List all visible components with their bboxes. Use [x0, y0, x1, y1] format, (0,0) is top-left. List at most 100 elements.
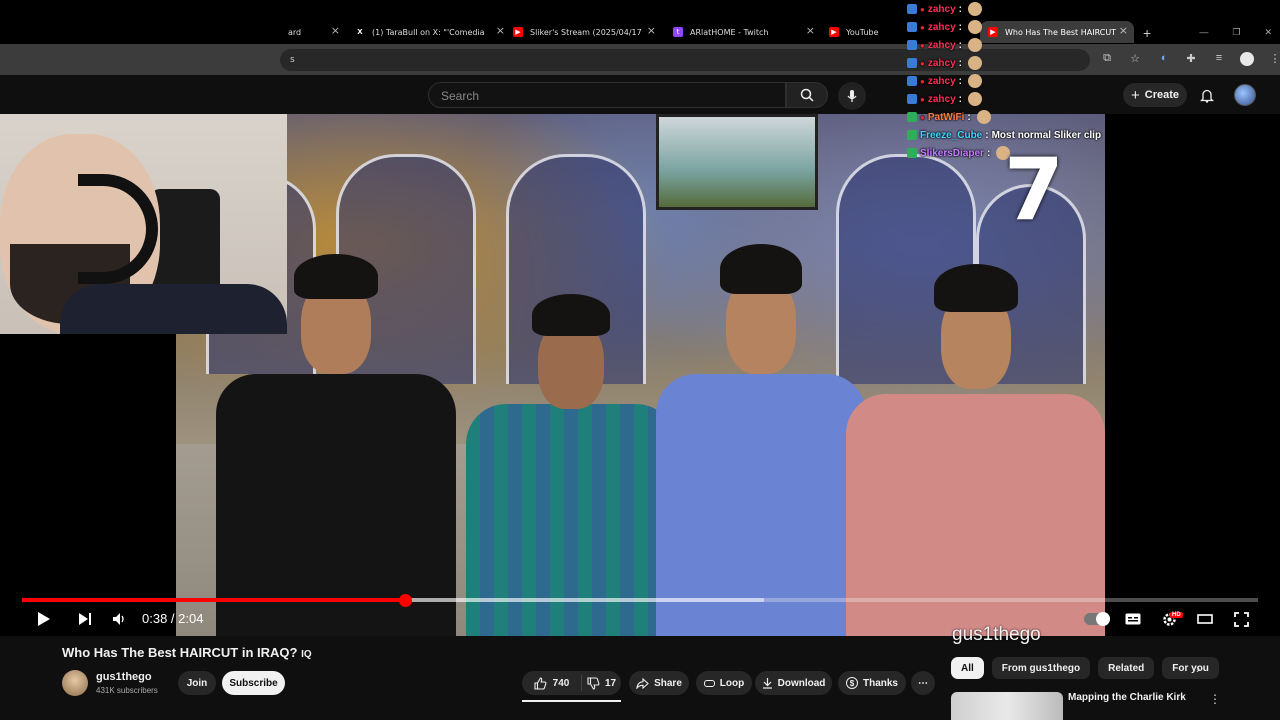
tab-title: ard — [288, 27, 302, 37]
play-icon — [38, 612, 50, 626]
browser-menu-icon[interactable]: ⋮ — [1268, 52, 1280, 69]
notifications-button[interactable] — [1197, 85, 1217, 105]
minimize-icon[interactable]: — — [1199, 27, 1208, 38]
voice-search-button[interactable] — [838, 82, 866, 110]
live-dot-icon: ● — [920, 76, 925, 86]
thumbs-down-icon — [587, 676, 600, 690]
account-avatar[interactable] — [1234, 84, 1256, 106]
browser-tab-5[interactable]: ▶ YouTube — [829, 21, 904, 43]
browser-tab-3[interactable]: ▶ Sliker's Stream (2025/04/17)(C × — [513, 21, 656, 43]
recommendation-chips: All From gus1thego Related For you — [951, 657, 1219, 679]
share-button[interactable]: Share — [629, 671, 689, 695]
recommendation-thumbnail[interactable] — [951, 692, 1063, 720]
download-button[interactable]: Download — [755, 671, 832, 695]
chat-message: ● zahcy: — [907, 36, 1122, 54]
download-label: Download — [777, 677, 826, 689]
browser-tab-2[interactable]: X (1) TaraBull on X: "'Comedian' C × — [355, 21, 505, 43]
chat-username: zahcy — [927, 93, 956, 105]
media-icon[interactable]: ◖ — [1156, 52, 1170, 69]
subscribe-button[interactable]: Subscribe — [222, 671, 285, 695]
share-label: Share — [654, 677, 682, 689]
volume-button[interactable] — [110, 608, 128, 630]
video-player[interactable]: gus1thego 0:38 / 2:04 HD — [0, 114, 1280, 645]
next-button[interactable] — [76, 608, 94, 630]
chevron-right-icon[interactable]: › — [1196, 661, 1200, 676]
chip-for-you[interactable]: For you — [1162, 657, 1219, 679]
search-button[interactable] — [786, 82, 828, 108]
search-input[interactable]: Search — [428, 82, 786, 108]
chat-username: zahcy — [927, 57, 956, 69]
progress-fill — [22, 598, 406, 602]
fullscreen-button[interactable] — [1232, 608, 1250, 630]
window-controls: — ❐ ✕ — [1199, 27, 1272, 38]
subscriber-count: 431K subscribers — [96, 686, 158, 695]
queue-icon[interactable]: ≡ — [1212, 52, 1226, 69]
extensions-icon[interactable]: ✚ — [1184, 52, 1198, 69]
download-icon — [762, 678, 772, 689]
close-icon[interactable]: × — [647, 25, 656, 37]
fullscreen-icon — [1233, 611, 1249, 627]
chip-all[interactable]: All — [951, 657, 984, 679]
more-actions-button[interactable]: ⋯ — [911, 671, 935, 695]
time-separator: / — [167, 611, 179, 626]
channel-avatar[interactable] — [62, 670, 88, 696]
subtitles-button[interactable] — [1124, 608, 1142, 630]
chat-message: ● zahcy: — [907, 90, 1122, 108]
close-icon[interactable]: × — [331, 25, 340, 37]
chat-username: zahcy — [927, 39, 956, 51]
x-icon: X — [357, 28, 363, 36]
address-text: s — [290, 55, 295, 65]
time-display: 0:38 / 2:04 — [142, 611, 203, 626]
chat-username: zahcy — [927, 3, 956, 15]
chat-text: Most normal Sliker clip — [991, 129, 1102, 141]
overlay-number: 7 — [1004, 140, 1064, 240]
like-button[interactable]: 740 — [522, 675, 582, 691]
current-time: 0:38 — [142, 611, 168, 626]
restore-icon[interactable]: ❐ — [1232, 27, 1240, 38]
plus-icon: + — [1130, 86, 1140, 104]
browser-tab-4[interactable]: t ARlatHOME - Twitch × — [673, 21, 815, 43]
bell-icon — [1200, 89, 1214, 103]
chat-message: ● PatWiFi: — [907, 108, 1122, 126]
theater-mode-button[interactable] — [1196, 608, 1214, 630]
thanks-button[interactable]: $ Thanks — [838, 671, 906, 695]
new-tab-icon[interactable]: + — [1143, 25, 1151, 41]
emote-icon — [976, 110, 991, 124]
thumbs-up-icon — [534, 676, 547, 690]
join-button[interactable]: Join — [178, 671, 216, 695]
thanks-icon: $ — [845, 677, 858, 689]
video-frame — [176, 114, 1105, 636]
live-dot-icon: ● — [920, 58, 925, 68]
chat-badge-icon — [907, 40, 917, 50]
close-window-icon[interactable]: ✕ — [1264, 27, 1272, 38]
emote-icon — [967, 56, 982, 70]
close-icon[interactable]: × — [496, 25, 505, 37]
loop-button[interactable]: Loop — [696, 671, 752, 695]
stream-chat-overlay: ● zahcy: ● zahcy: ● zahcy: ● zahcy: ● zahcy: ● zahc… — [907, 0, 1122, 160]
more-vertical-icon[interactable]: ⋮ — [1209, 692, 1221, 706]
chat-message: ● zahcy: — [907, 54, 1122, 72]
live-dot-icon: ● — [920, 22, 925, 32]
bookmark-star-icon[interactable]: ☆ — [1128, 52, 1142, 69]
channel-name[interactable]: gus1thego — [96, 671, 152, 683]
chip-related[interactable]: Related — [1098, 657, 1155, 679]
video-title-text: Who Has The Best HAIRCUT in IRAQ? — [62, 645, 298, 660]
recommendation-title[interactable]: Mapping the Charlie Kirk — [1068, 692, 1186, 703]
dislike-button[interactable]: 17 — [582, 676, 621, 690]
emote-icon — [967, 74, 982, 88]
emote-icon — [967, 20, 982, 34]
loop-icon — [703, 679, 715, 687]
profile-icon[interactable] — [1240, 52, 1254, 69]
autoplay-toggle[interactable] — [1084, 612, 1110, 626]
like-count: 740 — [552, 677, 570, 689]
create-button[interactable]: + Create — [1123, 83, 1187, 107]
tab-title: ARlatHOME - Twitch — [690, 27, 769, 37]
chip-from-channel[interactable]: From gus1thego — [991, 657, 1091, 679]
progress-bar[interactable] — [22, 594, 1258, 607]
close-icon[interactable]: × — [806, 25, 815, 37]
chat-username: SlikersDiaper — [920, 147, 984, 159]
wall-screen — [656, 114, 818, 210]
play-button[interactable] — [34, 608, 54, 630]
emote-icon — [967, 2, 982, 16]
browser-tab-1[interactable]: ard × — [288, 21, 340, 43]
